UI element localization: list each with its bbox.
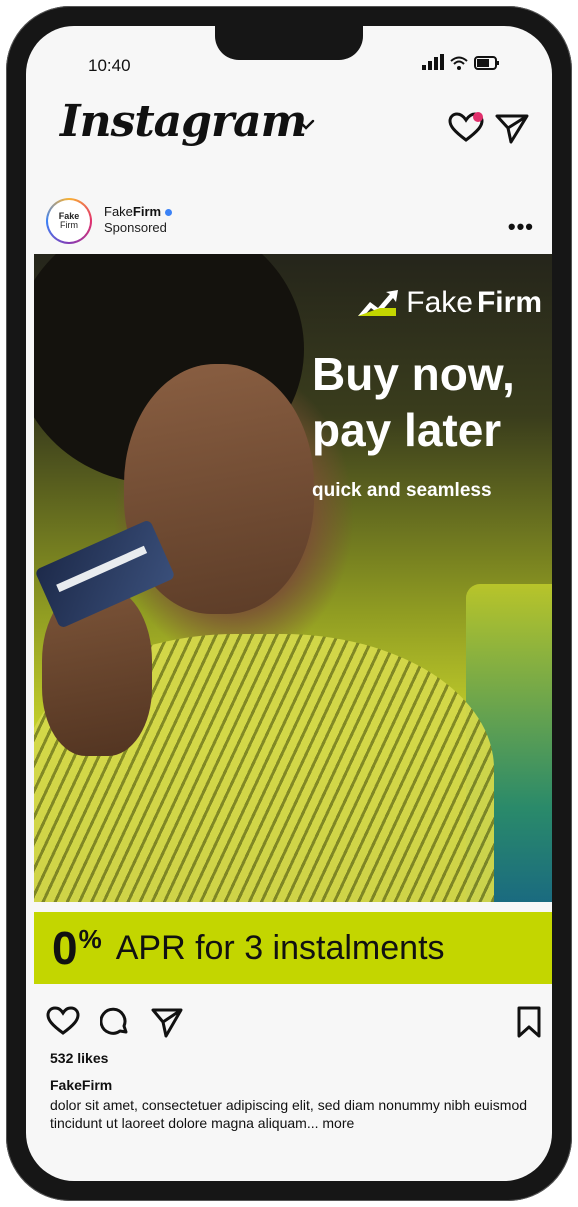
battery-icon — [474, 56, 499, 70]
caption-account[interactable]: FakeFirm — [50, 1077, 112, 1093]
notification-dot — [473, 112, 483, 122]
comment-icon[interactable] — [100, 1006, 132, 1038]
likes-count[interactable]: 532 likes — [50, 1050, 108, 1066]
avatar[interactable]: Fake Firm — [46, 198, 92, 244]
phone-frame: 10:40 Instagram Fake Firm FakeFirm Spons… — [6, 6, 572, 1201]
apr-number: 0 — [52, 922, 78, 974]
apr-percent: % — [78, 924, 102, 954]
chevron-down-icon[interactable] — [296, 118, 316, 132]
phone-screen: 10:40 Instagram Fake Firm FakeFirm Spons… — [26, 26, 552, 1181]
apr-text: APR for 3 instalments — [115, 928, 445, 967]
wifi-icon — [450, 56, 468, 70]
caption-text: dolor sit amet, consectetuer adipiscing … — [50, 1097, 528, 1131]
status-icons — [422, 54, 500, 70]
apr-banner[interactable]: 0 % APR for 3 instalments — [34, 912, 552, 984]
ad-image[interactable]: Fake Firm Buy now, pay later quick and se… — [34, 254, 552, 902]
heart-icon[interactable] — [448, 112, 484, 144]
phone-notch — [215, 26, 363, 60]
share-icon[interactable] — [150, 1006, 184, 1038]
bookmark-icon[interactable] — [516, 1006, 542, 1038]
signal-icon — [422, 54, 444, 70]
status-time: 10:40 — [88, 56, 131, 75]
verified-icon — [165, 209, 173, 217]
caption-more-link[interactable]: more — [322, 1115, 354, 1131]
ad-subline: quick and seamless — [312, 480, 492, 501]
account-name[interactable]: FakeFirm — [104, 204, 173, 219]
ad-headline: Buy now, pay later — [312, 348, 515, 456]
instagram-logo[interactable]: Instagram — [60, 96, 307, 147]
ad-brand-logo: Fake Firm — [356, 286, 542, 320]
ig-header: Instagram — [60, 96, 532, 162]
avatar-logo: Fake Firm — [48, 200, 90, 242]
sponsored-label: Sponsored — [104, 220, 167, 235]
send-icon[interactable] — [494, 112, 530, 144]
growth-arrow-icon — [358, 290, 399, 316]
more-options-icon[interactable]: ••• — [508, 216, 534, 238]
like-heart-icon[interactable] — [46, 1006, 80, 1036]
post-actions — [46, 1006, 541, 1040]
post-header: Fake Firm FakeFirm Sponsored ••• — [26, 194, 552, 254]
